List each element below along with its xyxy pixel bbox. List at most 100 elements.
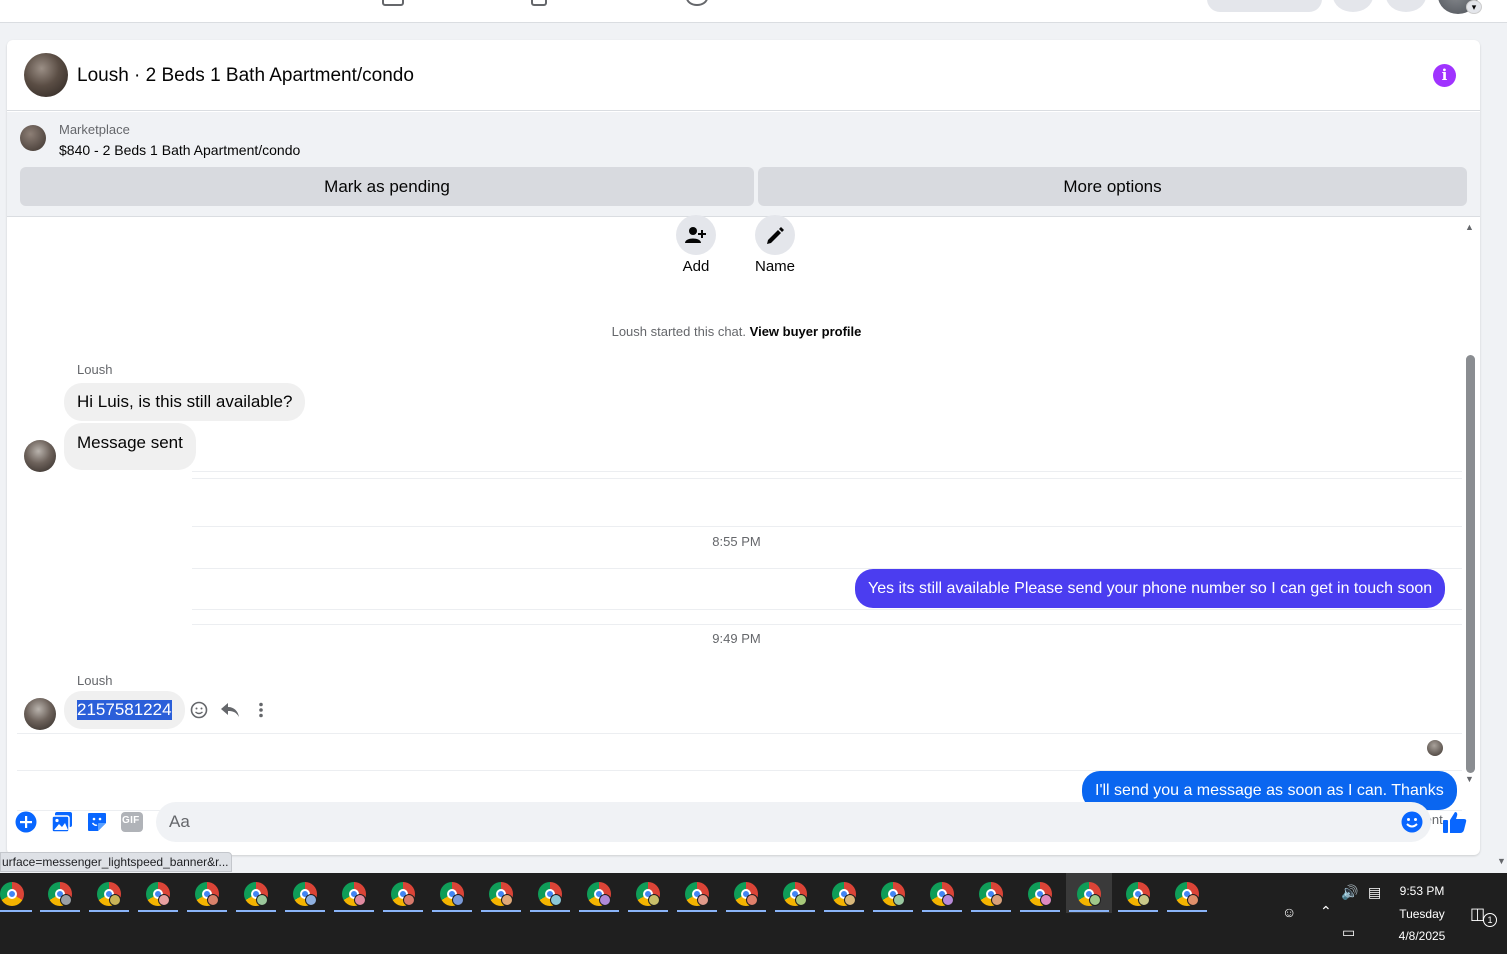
like-button[interactable] [1443, 810, 1467, 834]
active-indicator [873, 910, 913, 912]
taskbar-chrome-window[interactable] [674, 873, 720, 913]
message-timestamp: 8:55 PM [712, 534, 761, 549]
marketplace-nav-icon[interactable] [382, 0, 404, 6]
taskbar-chrome-window[interactable] [478, 873, 524, 913]
active-indicator [922, 910, 962, 912]
active-indicator [579, 910, 619, 912]
volume-icon[interactable]: 🔊 [1341, 884, 1358, 901]
show-hidden-icons-chevron-up-icon[interactable]: ⌃ [1320, 903, 1332, 920]
message-input[interactable] [156, 802, 1431, 842]
taskbar-chrome-window[interactable] [527, 873, 573, 913]
messenger-nav-icon[interactable] [1386, 0, 1426, 12]
reply-button[interactable] [218, 698, 242, 722]
incoming-message-bubble[interactable]: Message sent [64, 423, 196, 470]
chat-started-text: Loush started this chat. [611, 324, 747, 339]
add-person-button[interactable] [676, 215, 716, 255]
active-indicator [0, 910, 32, 912]
listing-source: Marketplace [59, 122, 130, 137]
gaming-nav-icon[interactable] [686, 0, 708, 6]
more-options-button[interactable]: More options [758, 167, 1467, 206]
add-label: Add [682, 258, 710, 275]
taskbar-chrome-window[interactable] [576, 873, 622, 913]
taskbar-chrome-window[interactable] [1115, 873, 1161, 913]
divider [192, 478, 1462, 479]
active-indicator [334, 910, 374, 912]
taskbar-chrome-window[interactable] [86, 873, 132, 913]
name-label: Name [754, 258, 795, 275]
sender-avatar[interactable] [24, 698, 56, 730]
profile-badge [354, 894, 366, 906]
scroll-down-arrow-icon[interactable]: ▼ [1465, 774, 1474, 784]
clock-date[interactable]: 4/8/2025 [1382, 929, 1462, 943]
incoming-message-bubble[interactable]: Hi Luis, is this still available? [64, 383, 306, 421]
more-actions-plus-button[interactable] [14, 810, 38, 834]
clock-time[interactable]: 9:53 PM [1382, 884, 1462, 898]
active-indicator [1069, 910, 1109, 912]
message-list[interactable]: Add Name Loush started this chat. View b… [7, 215, 1480, 827]
page-scroll-down-arrow-icon[interactable]: ▼ [1497, 856, 1506, 866]
profile-badge [501, 894, 513, 906]
more-actions-button[interactable] [249, 698, 273, 722]
taskbar-chrome-window[interactable] [184, 873, 230, 913]
message-timestamp: 9:49 PM [712, 631, 761, 646]
scrollbar-thumb[interactable] [1466, 355, 1475, 773]
active-indicator [971, 910, 1011, 912]
taskbar-chrome-window[interactable] [135, 873, 181, 913]
listing-thumbnail[interactable] [20, 125, 46, 151]
taskbar-chrome-window[interactable] [723, 873, 769, 913]
incoming-message-bubble-phone[interactable]: 2157581224 [64, 691, 185, 729]
name-chat-button[interactable] [755, 215, 795, 255]
outgoing-message-bubble[interactable]: Yes its still available Please send your… [855, 569, 1446, 608]
active-indicator [726, 910, 766, 912]
taskbar-chrome-window-active[interactable] [1066, 873, 1112, 913]
clock-day[interactable]: Tuesday [1382, 907, 1462, 921]
marketplace-listing-banner: Marketplace $840 - 2 Beds 1 Bath Apartme… [7, 112, 1480, 217]
active-indicator [432, 910, 472, 912]
network-icon[interactable]: ▭ [1342, 924, 1355, 941]
plus-circle-icon [15, 811, 37, 833]
more-vertical-icon [259, 702, 263, 718]
scroll-up-arrow-icon[interactable]: ▲ [1465, 222, 1474, 232]
info-icon[interactable]: i [1433, 64, 1456, 87]
selected-phone-number[interactable]: 2157581224 [77, 700, 172, 720]
active-indicator [677, 910, 717, 912]
taskbar-chrome-window[interactable] [870, 873, 916, 913]
profile-badge [599, 894, 611, 906]
taskbar-chrome-window[interactable] [233, 873, 279, 913]
groups-nav-icon[interactable] [531, 0, 547, 6]
profile-badge [1040, 894, 1052, 906]
attach-photo-button[interactable] [50, 810, 74, 834]
taskbar-chrome-window[interactable] [1164, 873, 1210, 913]
taskbar-chrome-window[interactable] [772, 873, 818, 913]
active-indicator [628, 910, 668, 912]
divider [17, 733, 1462, 734]
people-icon[interactable]: ☺ [1282, 904, 1296, 920]
taskbar-chrome-window[interactable] [380, 873, 426, 913]
taskbar-chrome-window[interactable] [919, 873, 965, 913]
chevron-down-icon[interactable]: ▾ [1466, 0, 1482, 14]
sender-avatar[interactable] [24, 440, 56, 472]
taskbar-chrome-window[interactable] [968, 873, 1014, 913]
sticker-button[interactable] [85, 810, 109, 834]
view-buyer-profile-link[interactable]: View buyer profile [750, 324, 862, 339]
taskbar-chrome-window[interactable] [37, 873, 83, 913]
taskbar-chrome-window[interactable] [282, 873, 328, 913]
conversation-title[interactable]: Loush · 2 Beds 1 Bath Apartment/condo [77, 65, 414, 87]
top-nav-search-pill[interactable] [1207, 0, 1322, 12]
battery-icon[interactable]: ▤ [1368, 884, 1381, 901]
taskbar-chrome-window[interactable] [0, 873, 35, 913]
conversation-avatar[interactable] [24, 53, 68, 97]
taskbar-chrome-window[interactable] [821, 873, 867, 913]
mark-as-pending-button[interactable]: Mark as pending [20, 167, 754, 206]
taskbar-chrome-window[interactable] [1017, 873, 1063, 913]
menu-grid-icon[interactable] [1333, 0, 1373, 12]
listing-price-title[interactable]: $840 - 2 Beds 1 Bath Apartment/condo [59, 142, 300, 158]
profile-badge [697, 894, 709, 906]
react-button[interactable] [187, 698, 211, 722]
taskbar-chrome-window[interactable] [429, 873, 475, 913]
profile-badge [1089, 894, 1101, 906]
emoji-button[interactable] [1400, 810, 1424, 834]
gif-button[interactable]: GIF [120, 810, 144, 834]
taskbar-chrome-window[interactable] [625, 873, 671, 913]
taskbar-chrome-window[interactable] [331, 873, 377, 913]
